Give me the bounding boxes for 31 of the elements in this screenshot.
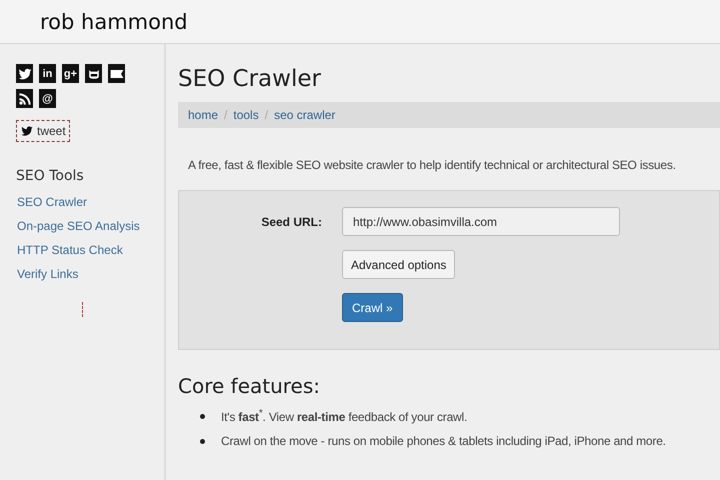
- sidebar-link[interactable]: HTTP Status Check: [17, 243, 164, 257]
- breadcrumb-link[interactable]: tools: [233, 108, 259, 122]
- section-title: SEO Tools: [16, 168, 85, 184]
- field-label: Seed URL:: [261, 214, 322, 228]
- page-title: SEO Crawler: [178, 66, 322, 92]
- crawl-button[interactable]: Crawl »: [342, 293, 403, 322]
- rss-icon[interactable]: [16, 89, 33, 108]
- letter-icon[interactable]: g+: [62, 64, 79, 83]
- feature-text: Crawl on the move - runs on mobile phones & tablets including iPad, iPhone and more.: [221, 434, 666, 448]
- advanced-options-button[interactable]: Advanced options: [342, 250, 456, 279]
- breadcrumb-separator: /: [264, 108, 268, 122]
- letter-icon[interactable]: @: [39, 89, 56, 108]
- tweet-button[interactable]: tweet: [16, 120, 70, 142]
- bird-icon: [20, 124, 34, 138]
- sidebar-link[interactable]: On-page SEO Analysis: [17, 219, 164, 233]
- cat-icon[interactable]: [85, 64, 102, 83]
- flag-icon[interactable]: [108, 64, 125, 83]
- bullet-icon: [200, 414, 205, 418]
- sidebar-link[interactable]: SEO Crawler: [17, 195, 164, 209]
- feature-text: It's fast$^{*}$. View real-time feedback of your crawl.: [221, 408, 468, 424]
- url-field[interactable]: http://www.obasimvilla.com: [342, 207, 620, 236]
- site-title[interactable]: rob hammond: [40, 10, 188, 34]
- breadcrumb-separator: /: [224, 108, 228, 122]
- breadcrumb-link[interactable]: seo crawler: [274, 108, 336, 122]
- breadcrumb-link[interactable]: home: [188, 108, 218, 122]
- description: A free, fast & flexible SEO website crawler to help identify technical or architectural SEO issues.: [188, 158, 677, 172]
- letter-icon[interactable]: in: [39, 64, 56, 83]
- sidebar-link[interactable]: Verify Links: [17, 267, 164, 281]
- section-heading: Core features:: [178, 374, 322, 398]
- bird-icon[interactable]: [16, 64, 33, 83]
- bullet-icon: [200, 438, 205, 444]
